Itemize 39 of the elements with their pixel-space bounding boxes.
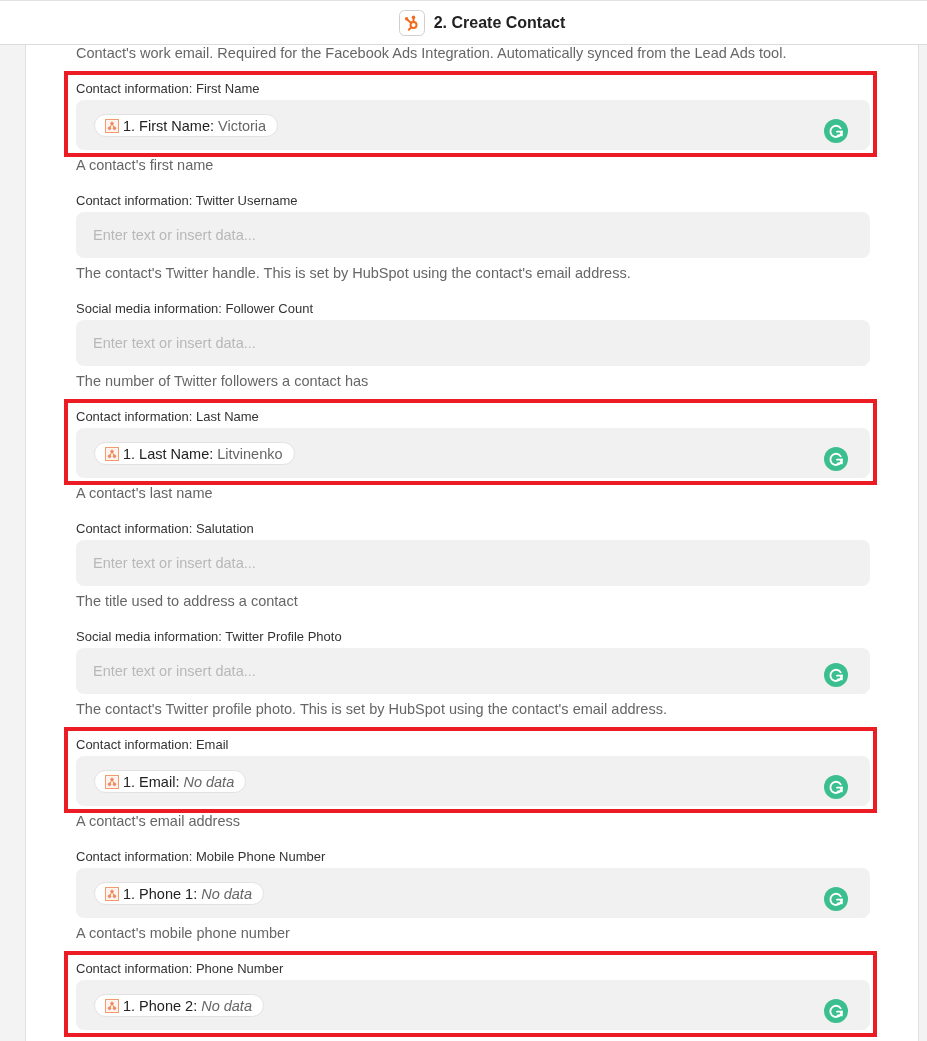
input-field[interactable]: 1. Last Name: Litvinenko: [76, 428, 870, 478]
input-field[interactable]: Enter text or insert data...: [76, 212, 870, 258]
nodes-icon: [105, 446, 119, 461]
field-label: Contact information: First Name: [76, 81, 261, 97]
field-label: Contact information: Salutation: [76, 521, 255, 537]
field-label: Social media information: Follower Count: [76, 301, 314, 317]
field-label: Contact information: Mobile Phone Number: [76, 849, 327, 865]
input-field[interactable]: 1. Phone 1: No data: [76, 868, 870, 918]
field-description: The title used to address a contact: [76, 592, 299, 611]
field-label: Contact information: Phone Number: [76, 961, 285, 977]
field-description: The contact's Twitter handle. This is set by HubSpot using the contact's email address.: [76, 264, 632, 283]
step-title: 2. Create Contact: [433, 13, 566, 32]
field-description: A contact's first name: [76, 156, 215, 175]
field-label: Contact information: Email: [76, 737, 230, 753]
data-pill[interactable]: 1. Last Name: Litvinenko: [94, 442, 295, 465]
input-field[interactable]: Enter text or insert data...: [76, 320, 870, 366]
input-field[interactable]: Enter text or insert data...: [76, 648, 870, 694]
field-description: Contact's work email. Required for the Facebook Ads Integration. Automatically synced from the Lead Ads tool.: [76, 45, 788, 61]
input-field[interactable]: 1. Phone 2: No data: [76, 980, 870, 1030]
field-label: Contact information: Last Name: [76, 409, 260, 425]
data-pill[interactable]: 1. Phone 1: No data: [94, 882, 264, 905]
field-description: The number of Twitter followers a contact has: [76, 372, 370, 391]
data-pill[interactable]: 1. Phone 2: No data: [94, 994, 264, 1017]
field-description: A contact's last name: [76, 484, 214, 503]
nodes-icon: [105, 998, 119, 1013]
field-description: A contact's email address: [76, 812, 241, 831]
input-field[interactable]: Enter text or insert data...: [76, 540, 870, 586]
field-description: A contact's mobile phone number: [76, 924, 291, 943]
data-pill[interactable]: 1. Email: No data: [94, 770, 247, 793]
nodes-icon: [105, 118, 119, 133]
nodes-icon: [105, 774, 119, 789]
nodes-icon: [105, 886, 119, 901]
field-description: The contact's Twitter profile photo. This is set by HubSpot using the contact's email address.: [76, 700, 668, 719]
field-label: Contact information: Twitter Username: [76, 193, 299, 209]
data-pill[interactable]: 1. First Name: Victoria: [94, 114, 279, 137]
field-label: Social media information: Twitter Profile Photo: [76, 629, 343, 645]
input-field[interactable]: 1. First Name: Victoria: [76, 100, 870, 150]
sprocket-icon: [398, 9, 425, 36]
input-field[interactable]: 1. Email: No data: [76, 756, 870, 806]
